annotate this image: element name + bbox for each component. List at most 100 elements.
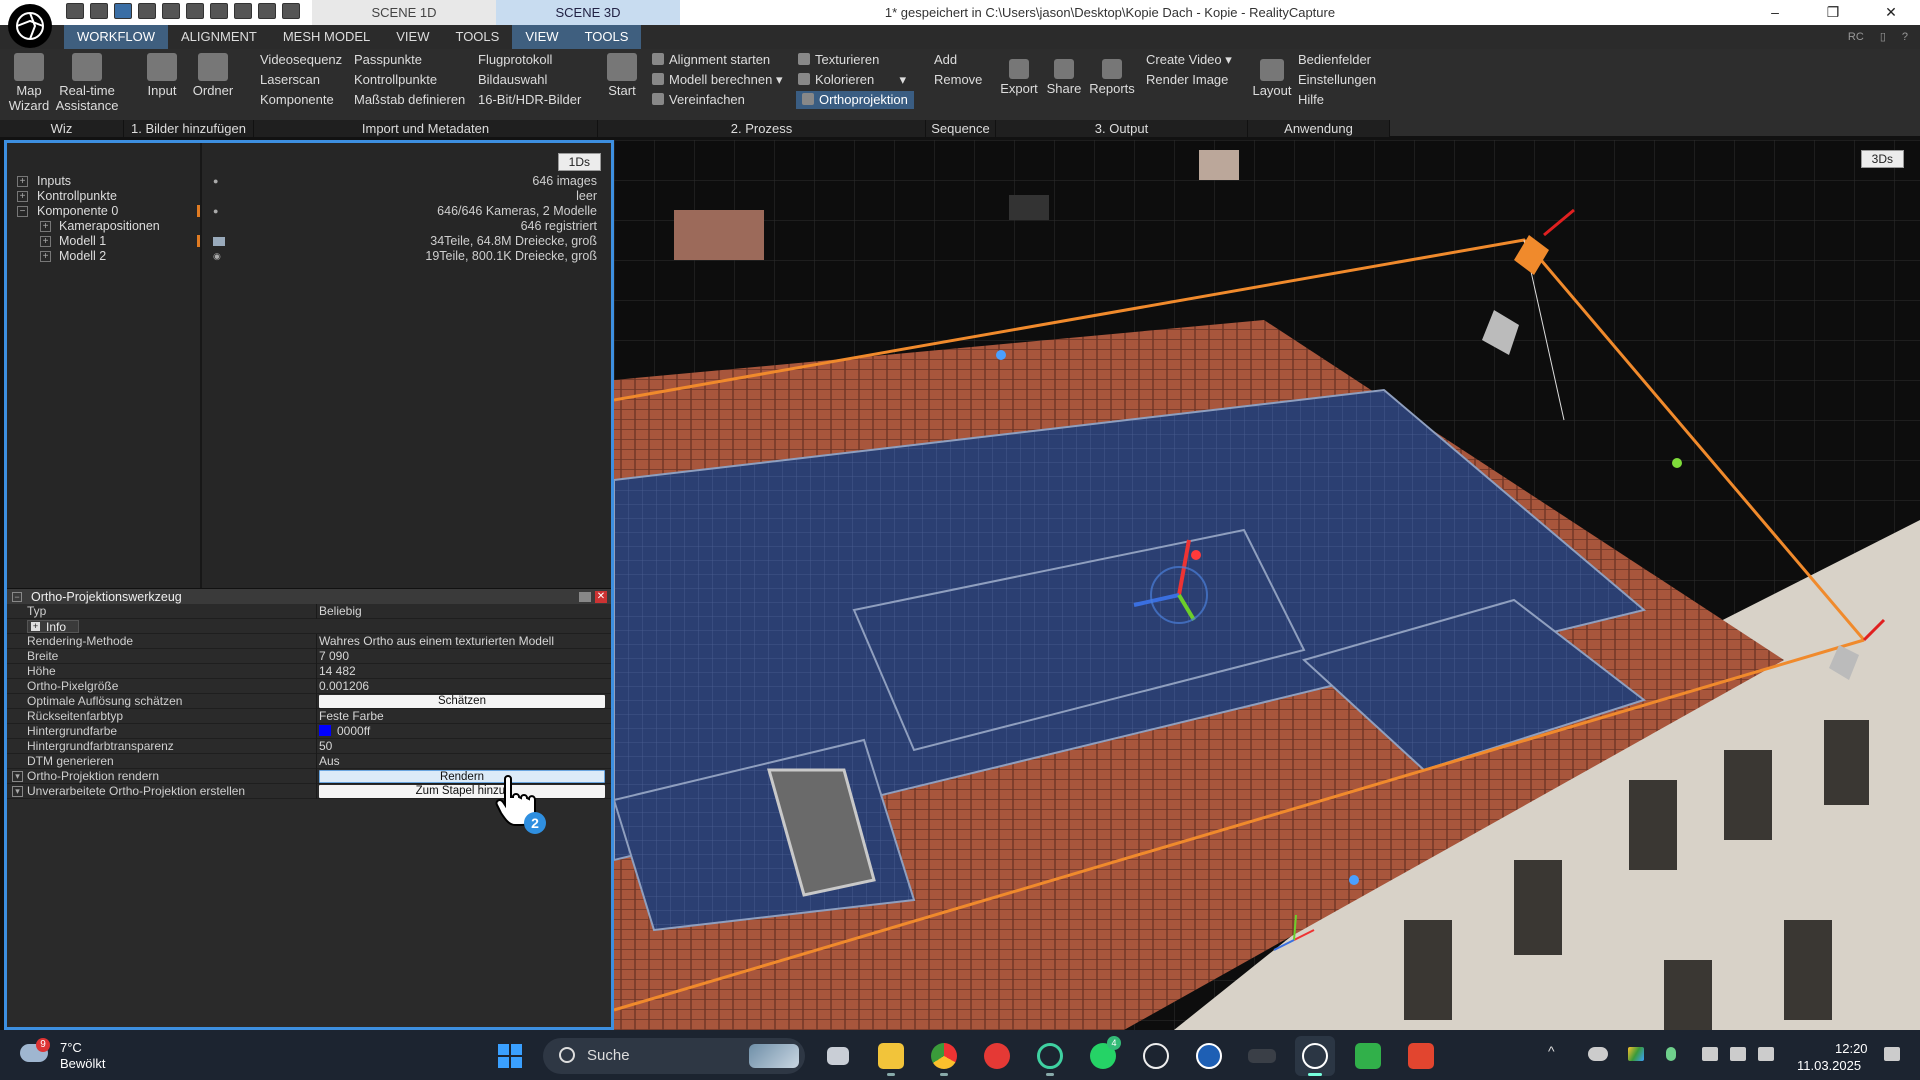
start-button[interactable]: Start <box>604 53 640 98</box>
layout-4-icon[interactable] <box>138 3 156 19</box>
passpunkte-button[interactable]: Passpunkte <box>354 51 422 69</box>
bildauswahl-button[interactable]: Bildauswahl <box>478 71 547 89</box>
file-explorer-button[interactable] <box>871 1036 911 1076</box>
share-button[interactable]: Share <box>1044 53 1084 96</box>
start-button[interactable] <box>490 1036 530 1076</box>
app-green-circle-button[interactable] <box>1030 1036 1070 1076</box>
prop-rendering-methode[interactable]: Rendering-Methode Wahres Ortho aus einem… <box>7 634 611 649</box>
tab-alignment[interactable]: ALIGNMENT <box>168 25 270 49</box>
prop-hoehe[interactable]: Höhe 14 482 <box>7 664 611 679</box>
alignment-starten-button[interactable]: Alignment starten <box>652 51 770 69</box>
close-button[interactable]: ✕ <box>1862 0 1920 25</box>
color-swatch[interactable] <box>319 725 331 736</box>
prop-pixelgroesse[interactable]: Ortho-Pixelgröße 0.001206 <box>7 679 611 694</box>
add-button[interactable]: Add <box>934 51 957 69</box>
orthoprojektion-button[interactable]: Orthoprojektion <box>796 91 914 109</box>
expand-icon[interactable]: + <box>17 191 28 202</box>
bedienfelder-button[interactable]: Bedienfelder <box>1298 51 1371 69</box>
vereinfachen-button[interactable]: Vereinfachen <box>652 91 745 109</box>
notification-icon[interactable] <box>1884 1047 1900 1061</box>
zum-stapel-button[interactable]: Zum Stapel hinzuf <box>319 785 605 798</box>
network-icon[interactable] <box>1702 1047 1718 1061</box>
dock-icon[interactable] <box>579 592 591 602</box>
layout-5-icon[interactable] <box>162 3 180 19</box>
input-button[interactable]: Input <box>142 53 182 98</box>
tree-item-kontrollpunkte[interactable]: + Kontrollpunkte leer <box>7 189 607 204</box>
task-view-button[interactable] <box>818 1036 858 1076</box>
app-green-c-button[interactable] <box>1348 1036 1388 1076</box>
prop-value[interactable]: 0000ff <box>319 724 370 739</box>
google-drive-icon[interactable] <box>1628 1047 1644 1061</box>
chrome-button[interactable] <box>924 1036 964 1076</box>
expand-icon[interactable]: + <box>17 176 28 187</box>
onedrive-icon[interactable] <box>1588 1047 1608 1061</box>
expand-icon[interactable]: + <box>40 221 51 232</box>
clock-date[interactable]: 11.03.2025 <box>1797 1058 1861 1073</box>
expand-icon[interactable]: ▾ <box>12 771 23 782</box>
collapse-icon[interactable]: − <box>12 592 22 602</box>
prop-dtm[interactable]: DTM generieren Aus <box>7 754 611 769</box>
rc-label[interactable]: RC <box>1848 25 1864 49</box>
app-red-button[interactable] <box>977 1036 1017 1076</box>
control-point[interactable] <box>1349 875 1359 885</box>
prop-value[interactable]: 7 090 <box>319 649 349 664</box>
restore-button[interactable]: ❐ <box>1804 0 1862 25</box>
control-point[interactable] <box>1191 550 1201 560</box>
realitycapture-button[interactable] <box>1295 1036 1335 1076</box>
tree-item-kamerapositionen[interactable]: + Kamerapositionen 646 registriert <box>7 219 607 234</box>
view-tag-3ds[interactable]: 3Ds <box>1860 150 1904 168</box>
control-point[interactable] <box>996 350 1006 360</box>
texturieren-button[interactable]: Texturieren <box>798 51 879 69</box>
chatgpt-button[interactable] <box>1136 1036 1176 1076</box>
einstellungen-button[interactable]: Einstellungen <box>1298 71 1376 89</box>
prop-breite[interactable]: Breite 7 090 <box>7 649 611 664</box>
help-icon[interactable]: ? <box>1902 25 1908 49</box>
layout-button[interactable]: Layout <box>1252 53 1292 98</box>
app-logo[interactable] <box>8 4 52 48</box>
ordner-button[interactable]: Ordner <box>188 53 238 98</box>
app-device-button[interactable] <box>1242 1036 1282 1076</box>
expand-icon[interactable]: + <box>40 251 51 262</box>
prop-value[interactable]: Feste Farbe <box>319 709 384 724</box>
chevron-up-icon[interactable]: ^ <box>1548 1043 1564 1059</box>
collapse-icon[interactable]: − <box>17 206 28 217</box>
view-tag-1ds[interactable]: 1Ds <box>557 153 601 171</box>
layout-7-icon[interactable] <box>210 3 228 19</box>
tab-workflow[interactable]: WORKFLOW <box>64 25 168 49</box>
layout-3-icon[interactable] <box>114 3 132 19</box>
hdr-bilder-button[interactable]: 16-Bit/HDR-Bilder <box>478 91 581 109</box>
3d-viewport[interactable]: 3Ds <box>614 140 1920 1030</box>
prop-value[interactable]: Aus <box>319 754 340 769</box>
laserscan-button[interactable]: Laserscan <box>260 71 320 89</box>
tree-item-komponente-0[interactable]: − Komponente 0 ● 646/646 Kameras, 2 Mode… <box>7 204 607 219</box>
clock-time[interactable]: 12:20 <box>1835 1041 1868 1056</box>
komponente-button[interactable]: Komponente <box>260 91 334 109</box>
prop-hintergrundfarbe[interactable]: Hintergrundfarbe 0000ff <box>7 724 611 739</box>
tab-view-context[interactable]: VIEW <box>512 25 572 49</box>
modell-berechnen-button[interactable]: Modell berechnen ▾ <box>652 71 783 89</box>
battery-icon[interactable] <box>1758 1047 1774 1061</box>
schaetzen-button[interactable]: Schätzen <box>319 695 605 708</box>
layout-1-icon[interactable] <box>66 3 84 19</box>
app-blue-button[interactable] <box>1189 1036 1229 1076</box>
tree-item-modell-2[interactable]: + Modell 2 ◉ 19Teile, 800.1K Dreiecke, g… <box>7 249 607 264</box>
redo-icon[interactable] <box>282 3 300 19</box>
visible-icon[interactable] <box>213 237 225 246</box>
prop-value[interactable]: 50 <box>319 739 332 754</box>
control-point[interactable] <box>1672 458 1682 468</box>
prop-value[interactable]: Beliebig <box>319 604 362 619</box>
prop-info-section[interactable]: Info + <box>7 619 611 634</box>
eye-icon[interactable]: ◉ <box>213 252 221 261</box>
volume-icon[interactable] <box>1730 1047 1746 1061</box>
realtime-assistance-button[interactable]: Real-time Assistance <box>54 53 120 113</box>
undo-icon[interactable] <box>258 3 276 19</box>
page-icon[interactable]: ▯ <box>1880 25 1886 49</box>
minimize-button[interactable]: – <box>1746 0 1804 25</box>
tab-scene-1d[interactable]: SCENE 1D <box>312 0 496 25</box>
tab-scene-3d[interactable]: SCENE 3D <box>496 0 680 25</box>
prop-value[interactable]: Wahres Ortho aus einem texturierten Mode… <box>319 634 554 649</box>
reports-button[interactable]: Reports <box>1088 53 1136 96</box>
kolorieren-button[interactable]: Kolorieren ▾ <box>798 71 906 89</box>
hilfe-button[interactable]: Hilfe <box>1298 91 1324 109</box>
microphone-icon[interactable] <box>1666 1047 1676 1061</box>
